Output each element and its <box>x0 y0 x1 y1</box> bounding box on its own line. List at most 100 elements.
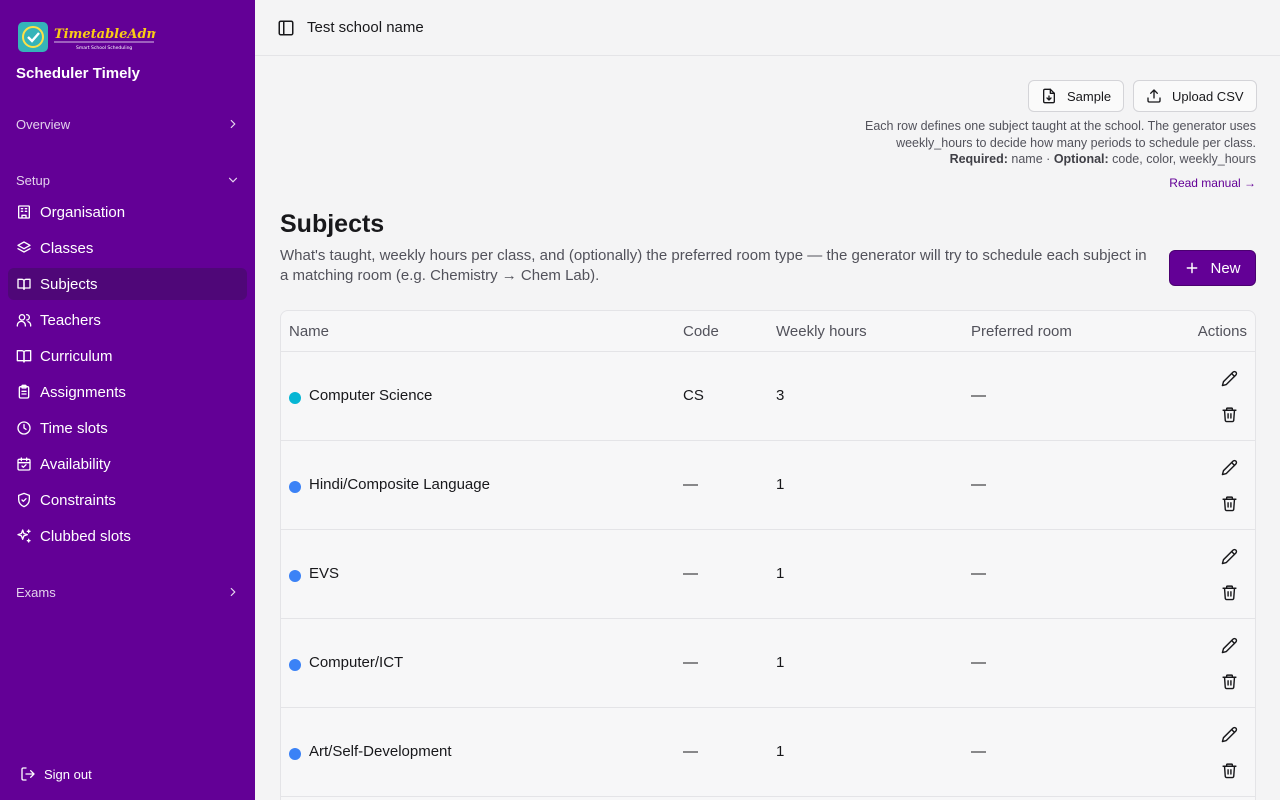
separator: · <box>1046 152 1051 166</box>
table-row: EVS — 1 — <box>281 530 1255 619</box>
log-out-icon <box>21 767 35 781</box>
header-code: Code <box>683 323 719 340</box>
sign-out-button[interactable]: Sign out <box>20 766 92 782</box>
subject-preferred-room: — <box>971 565 986 582</box>
trash-icon <box>1221 584 1237 600</box>
sidebar-item-label: Assignments <box>40 383 126 401</box>
header-name: Name <box>289 323 330 340</box>
help-line-2: weekly_hours to decide how many periods … <box>896 135 1256 150</box>
group-exams-label: Exams <box>16 584 56 600</box>
help-line-1: Each row defines one subject taught at t… <box>865 119 1256 133</box>
edit-button[interactable] <box>1219 457 1239 477</box>
sidebar-item-label: Clubbed slots <box>40 527 131 545</box>
clipboard-icon <box>16 384 32 400</box>
upload-csv-button[interactable]: Upload CSV <box>1133 80 1257 112</box>
sidebar-item-label: Teachers <box>40 311 101 329</box>
new-subject-button[interactable]: New <box>1169 250 1256 286</box>
top-bar: Test school name <box>255 0 1280 56</box>
optional-value: code, color, weekly_hours <box>1112 152 1256 166</box>
subject-preferred-room: — <box>971 387 986 404</box>
subject-code: CS <box>683 387 704 404</box>
pencil-icon <box>1221 726 1237 742</box>
subject-name: Hindi/Composite Language <box>309 476 490 493</box>
delete-button[interactable] <box>1219 671 1239 691</box>
layers-icon <box>16 240 32 256</box>
plus-icon <box>1187 262 1198 274</box>
read-manual-link[interactable]: Read manual → <box>1169 176 1256 190</box>
pencil-icon <box>1221 370 1237 386</box>
page-title: Subjects <box>280 210 385 238</box>
sidebar-item-time-slots[interactable]: Time slots <box>8 412 247 444</box>
sidebar-item-label: Constraints <box>40 491 116 509</box>
edit-button[interactable] <box>1219 635 1239 655</box>
sign-out-label: Sign out <box>44 766 92 782</box>
group-exams[interactable]: Exams <box>16 582 240 602</box>
edit-button[interactable] <box>1219 546 1239 566</box>
subject-weekly-hours: 1 <box>776 476 785 493</box>
clock-icon <box>16 420 32 436</box>
delete-button[interactable] <box>1219 493 1239 513</box>
app-name: Scheduler Timely <box>16 65 140 82</box>
header-preferred-room: Preferred room <box>971 323 1072 340</box>
sidebar-item-label: Subjects <box>40 275 98 293</box>
subject-color-dot <box>289 659 301 671</box>
table-row: Art/Self-Development — 1 — <box>281 708 1255 797</box>
book-icon <box>16 276 32 292</box>
sidebar-item-classes[interactable]: Classes <box>8 232 247 264</box>
group-setup[interactable]: Setup <box>16 170 240 190</box>
subject-code: — <box>683 476 698 493</box>
group-setup-label: Setup <box>16 172 50 188</box>
subject-name: Computer Science <box>309 387 433 404</box>
sidebar-item-clubbed-slots[interactable]: Clubbed slots <box>8 520 247 552</box>
new-label: New <box>1210 259 1241 277</box>
subject-weekly-hours: 1 <box>776 654 785 671</box>
pencil-icon <box>1221 548 1237 564</box>
subject-preferred-room: — <box>971 654 986 671</box>
trash-icon <box>1221 495 1237 511</box>
sidebar-item-label: Time slots <box>40 419 108 437</box>
header-actions: Actions <box>1197 323 1247 340</box>
sidebar-item-subjects[interactable]: Subjects <box>8 268 247 300</box>
subject-name: Computer/ICT <box>309 654 404 671</box>
sample-label: Sample <box>1067 88 1112 104</box>
chevron-right-icon <box>230 119 236 129</box>
subject-code: — <box>683 743 698 760</box>
shield-check-icon <box>16 492 32 508</box>
delete-button[interactable] <box>1219 404 1239 424</box>
book-open-icon <box>16 348 32 364</box>
sidebar-item-assignments[interactable]: Assignments <box>8 376 247 408</box>
users-icon <box>16 312 32 328</box>
subject-name: Art/Self-Development <box>309 743 452 760</box>
subject-preferred-room: — <box>971 743 986 760</box>
table-row: Computer/ICT — 1 — <box>281 619 1255 708</box>
delete-button[interactable] <box>1219 582 1239 602</box>
sidebar: TimetableAdmin Smart School Scheduling S… <box>0 0 255 800</box>
delete-button[interactable] <box>1219 760 1239 780</box>
sidebar-toggle-icon[interactable] <box>277 19 295 37</box>
page-subtitle: What's taught, weekly hours per class, a… <box>280 247 1147 284</box>
required-value: name <box>1011 152 1043 166</box>
calendar-check-icon <box>16 456 32 472</box>
subject-code: — <box>683 654 698 671</box>
app-logo: TimetableAdmin Smart School Scheduling <box>18 22 156 52</box>
pencil-icon <box>1221 459 1237 475</box>
sidebar-item-curriculum[interactable]: Curriculum <box>8 340 247 372</box>
edit-button[interactable] <box>1219 368 1239 388</box>
building-icon <box>16 204 32 220</box>
sidebar-item-label: Availability <box>40 455 111 473</box>
subject-color-dot <box>289 570 301 582</box>
subject-color-dot <box>289 748 301 760</box>
pencil-icon <box>1221 637 1237 653</box>
sample-button[interactable]: Sample <box>1028 80 1125 112</box>
logo-tagline: Smart School Scheduling <box>76 45 132 51</box>
sparkles-icon <box>16 528 32 544</box>
subject-weekly-hours: 1 <box>776 565 785 582</box>
edit-button[interactable] <box>1219 724 1239 744</box>
sidebar-item-availability[interactable]: Availability <box>8 448 247 480</box>
file-download-icon <box>1043 88 1055 104</box>
subjects-table: Name Code Weekly hours Preferred room Ac… <box>280 310 1256 800</box>
sidebar-item-organisation[interactable]: Organisation <box>8 196 247 228</box>
sidebar-item-constraints[interactable]: Constraints <box>8 484 247 516</box>
sidebar-item-teachers[interactable]: Teachers <box>8 304 247 336</box>
group-overview[interactable]: Overview <box>16 114 240 134</box>
